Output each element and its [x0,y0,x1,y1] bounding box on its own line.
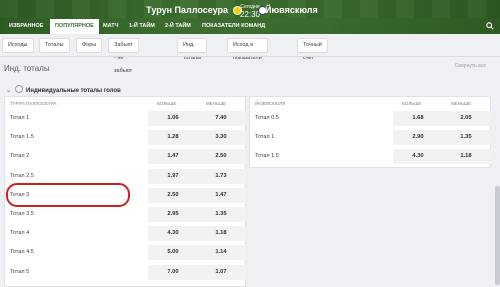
total-line-label: Тотал 1 [10,115,30,121]
filter-individual-totals[interactable]: Инд. тоталы [177,38,208,61]
column-header-under: МЕНЬШЕ [451,101,472,106]
table-row: Тотал 3.5 2.95 1.35 [5,205,246,224]
column-header-team: ТУРУН ПАЛЛОСЕУРА [10,101,57,106]
table-row: Тотал 5 7.00 1.07 [5,263,246,282]
odds-under-button[interactable]: 2.50 [196,149,246,165]
total-line-label: Тотал 1.5 [255,153,279,160]
odds-over-button[interactable]: 2.90 [393,130,443,146]
odds-under-button[interactable]: 1.18 [196,226,246,242]
highlight-circle [6,183,130,207]
odds-under-button[interactable]: 1.35 [441,130,491,146]
tab-first-half[interactable]: 1-Й ТАЙМ [124,19,160,34]
odds-under-button[interactable]: 1.73 [196,168,246,184]
total-line-label: Тотал 2.5 [10,172,34,179]
odds-under-button[interactable]: 1.47 [196,187,246,203]
tab-second-half[interactable]: 2-Й ТАЙМ [160,19,196,34]
odds-over-button[interactable]: 5.00 [148,245,198,261]
away-team-totals-table: ЙЮВЯСКЮЛЯ БОЛЬШЕ МЕНЬШЕ Тотал 0.5 1.68 2.0… [249,96,491,168]
table-row: Тотал 4.5 5.00 1.14 [5,243,246,262]
group-title: Индивидуальные тоталы голов [26,88,121,94]
total-line-label: Тотал 2 [10,153,30,160]
filter-totals[interactable]: Тоталы [39,38,70,53]
odds-under-button[interactable]: 1.35 [196,207,246,222]
away-team-name: Йювяскюля [265,5,318,15]
table-row: Тотал 1 2.90 1.35 [250,128,491,147]
match-header: Турун Паллосеура Сегодня 22:30 Йювяскюля… [0,0,500,34]
column-header-team: ЙЮВЯСКЮЛЯ [255,101,286,106]
total-line-label: Тотал 0.5 [255,115,279,121]
filter-outcomes[interactable]: Исходы [2,38,34,53]
filter-both-score[interactable]: Забьют - не забьют [108,38,139,74]
filter-outcome-and-stats[interactable]: Исход и показатели [227,38,268,61]
odds-over-button[interactable]: 4.30 [393,149,443,165]
table-row: Тотал 0.5 1.68 2.05 [250,109,491,128]
tab-team-stats[interactable]: ПОКАЗАТЕЛИ КОМАНД [197,19,270,34]
filter-exact-score[interactable]: Точный счет [297,38,328,61]
scrollbar[interactable] [495,186,500,285]
total-line-label: Тотал 3.5 [10,211,34,217]
total-line-label: Тотал 5 [10,268,30,275]
tab-favorites[interactable]: ИЗБРАННОЕ [4,19,48,34]
section-title: Инд. тоталы [4,64,50,73]
home-team-name: Турун Паллосеура [146,5,228,15]
odds-over-button[interactable]: 7.00 [148,264,198,280]
chevron-down-icon: ⌄ [6,88,12,94]
table-row: Тотал 2 1.47 2.50 [5,147,246,166]
odds-over-button[interactable]: 4.30 [148,226,198,242]
tab-match[interactable]: МАТЧ [98,19,124,34]
odds-under-button[interactable]: 7.40 [196,111,246,126]
odds-over-button[interactable]: 1.28 [148,130,198,146]
table-row: Тотал 1 1.06 7.40 [5,109,246,128]
odds-under-button[interactable]: 1.14 [196,245,246,261]
search-icon[interactable] [486,22,494,30]
total-line-label: Тотал 1 [255,134,275,141]
filter-handicaps[interactable]: Форы [76,38,103,53]
table-row: Тотал 1.5 4.30 1.18 [250,147,491,166]
divider [0,56,500,57]
table-header: ТУРУН ПАЛЛОСЕУРА БОЛЬШЕ МЕНЬШЕ [5,97,245,109]
group-header[interactable]: ⌄ Индивидуальные тоталы голов [6,85,121,94]
collapse-all-link[interactable]: Свернуть все [455,63,486,69]
total-line-label: Тотал 1.5 [10,134,34,141]
column-header-under: МЕНЬШЕ [206,101,227,106]
table-row: Тотал 1.5 1.28 3.30 [5,128,246,147]
odds-over-button[interactable]: 1.47 [148,149,198,165]
table-row: Тотал 4 4.30 1.18 [5,224,246,243]
odds-over-button[interactable]: 1.06 [148,111,198,126]
column-header-over: БОЛЬШЕ [402,101,422,106]
odds-under-button[interactable]: 2.05 [441,111,491,126]
odds-under-button[interactable]: 1.07 [196,264,246,280]
odds-over-button[interactable]: 1.68 [393,111,443,126]
table-header: ЙЮВЯСКЮЛЯ БОЛЬШЕ МЕНЬШЕ [250,97,490,109]
odds-under-button[interactable]: 1.18 [441,149,491,165]
odds-over-button[interactable]: 2.50 [148,187,198,203]
column-header-over: БОЛЬШЕ [157,101,177,106]
odds-over-button[interactable]: 1.97 [148,168,198,184]
total-line-label: Тотал 4 [10,230,30,237]
odds-over-button[interactable]: 2.95 [148,207,198,222]
market-tabs: ИЗБРАННОЕ ПОПУЛЯРНОЕ МАТЧ 1-Й ТАЙМ 2-Й Т… [0,19,500,34]
odds-under-button[interactable]: 3.30 [196,130,246,146]
total-line-label: Тотал 4.5 [10,249,34,256]
tab-popular[interactable]: ПОПУЛЯРНОЕ [50,19,99,34]
info-icon [15,85,24,93]
